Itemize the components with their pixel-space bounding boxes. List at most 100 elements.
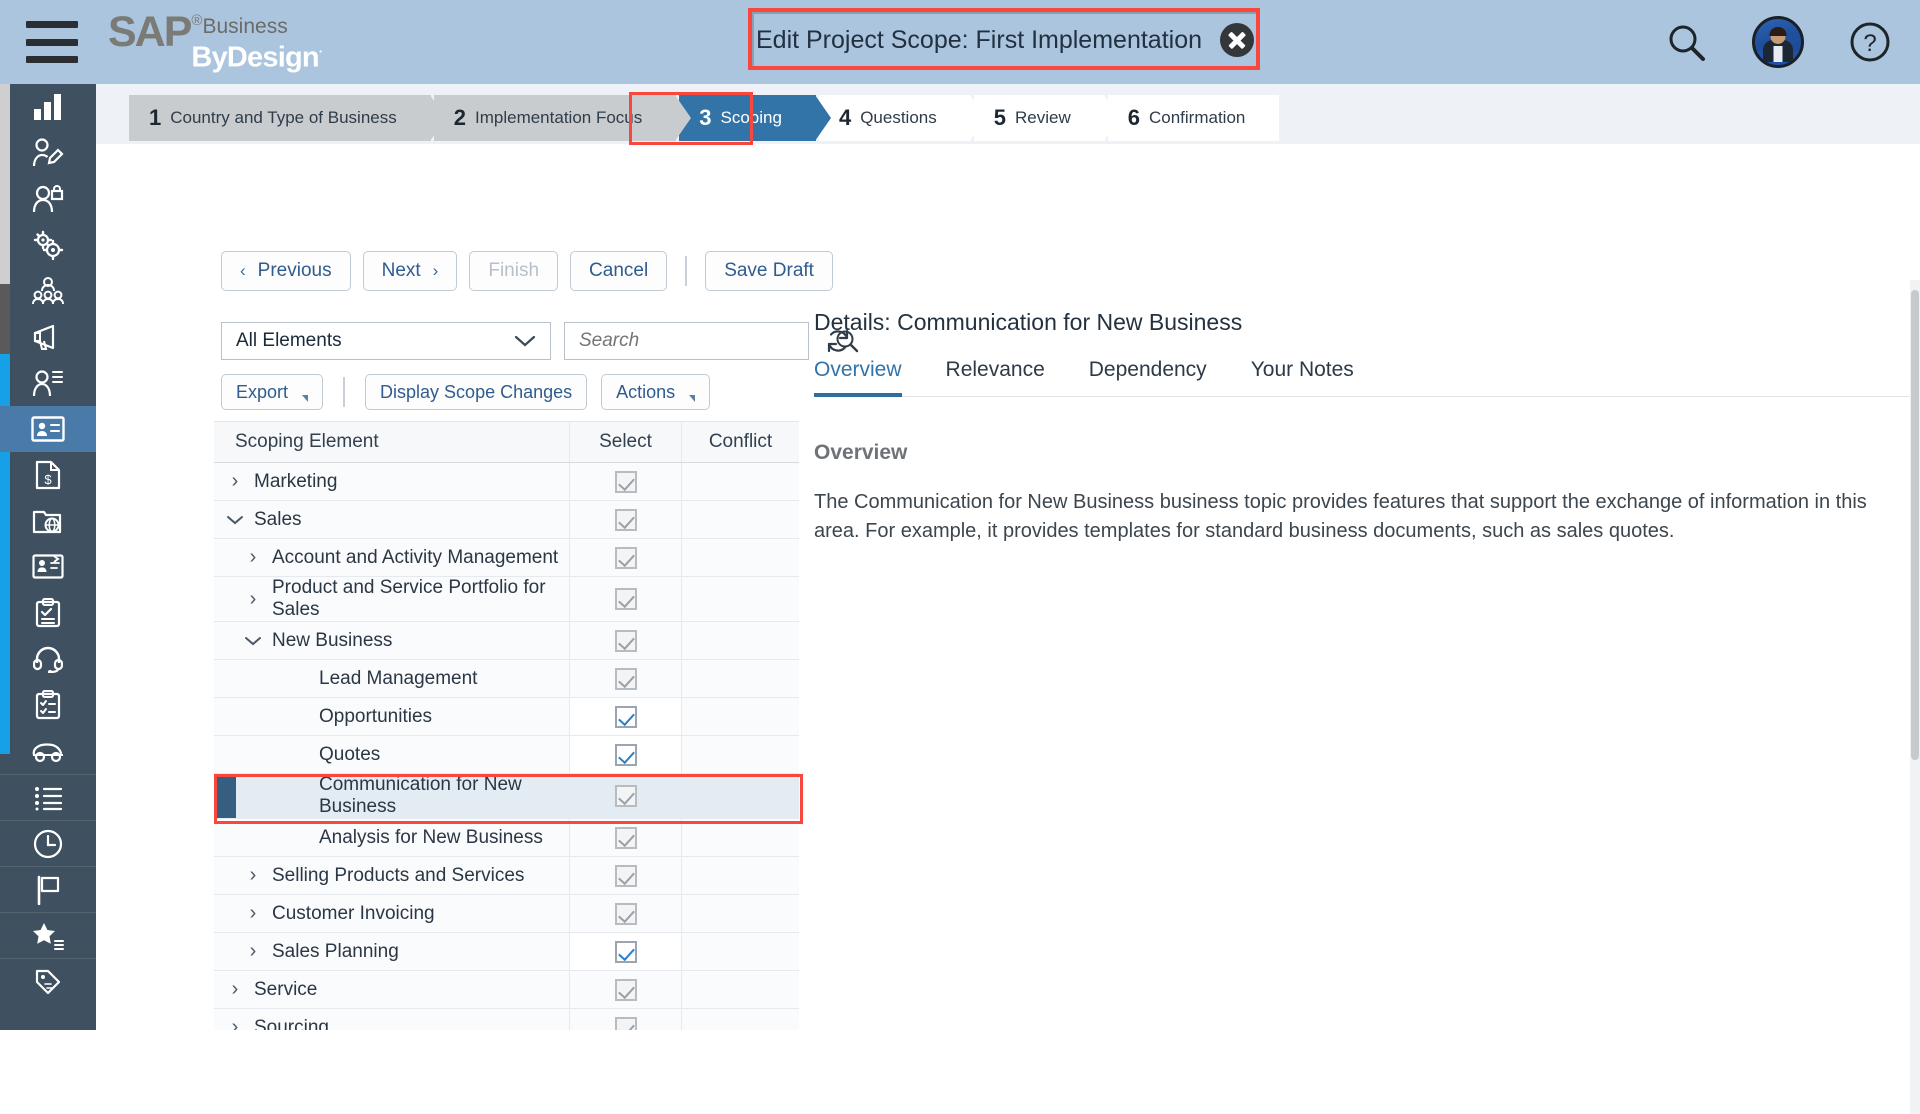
select-checkbox	[614, 508, 637, 531]
expand-chevron-right-icon[interactable]: ›	[240, 940, 266, 963]
collapse-chevron-down-icon[interactable]	[222, 514, 248, 526]
tab-relevance[interactable]: Relevance	[946, 358, 1045, 397]
table-row[interactable]: › Customer Invoicing	[214, 895, 799, 933]
scoping-element-cell: › Selling Products and Services	[214, 857, 569, 894]
sidebar-item-analytics[interactable]	[0, 84, 96, 130]
select-checkbox[interactable]	[614, 743, 637, 766]
sidebar-item-business-partners[interactable]	[0, 130, 96, 176]
search-icon[interactable]	[1664, 20, 1708, 64]
sidebar-item-flagged[interactable]	[0, 866, 96, 912]
table-row[interactable]: › Selling Products and Services	[214, 857, 799, 895]
sidebar-item-work-lists[interactable]	[0, 774, 96, 820]
expand-chevron-right-icon[interactable]: ›	[240, 546, 266, 569]
sidebar-item-account-management[interactable]	[0, 360, 96, 406]
sidebar-item-organizational-management[interactable]	[0, 268, 96, 314]
table-row[interactable]: › Account and Activity Management	[214, 539, 799, 577]
column-header[interactable]: Select	[569, 422, 681, 462]
user-avatar[interactable]	[1752, 16, 1804, 68]
display-scope-changes-button[interactable]: Display Scope Changes	[365, 374, 588, 410]
sidebar-item-recent[interactable]	[0, 820, 96, 866]
hamburger-icon[interactable]	[26, 21, 78, 63]
list-icon	[35, 786, 63, 810]
table-row[interactable]: › Sales Planning	[214, 933, 799, 971]
finish-button[interactable]: Finish	[469, 251, 559, 291]
sidebar-item-service-desk[interactable]	[0, 636, 96, 682]
wizard-step-1[interactable]: 1 Country and Type of Business	[129, 95, 446, 141]
column-header[interactable]: Scoping Element	[214, 422, 569, 462]
sidebar-item-field-service[interactable]	[0, 728, 96, 774]
vertical-scrollbar[interactable]	[1910, 280, 1920, 1114]
previous-button[interactable]: ‹ Previous	[221, 251, 351, 291]
search-input[interactable]	[579, 330, 826, 352]
bar-chart-icon	[34, 94, 61, 120]
wizard-toolbar: ‹ Previous Next › Finish Cancel Save Dra…	[221, 251, 833, 291]
export-button[interactable]: Export	[221, 374, 324, 410]
table-row[interactable]: › Sourcing	[214, 1009, 799, 1030]
element-filter-dropdown[interactable]: All Elements	[221, 322, 551, 360]
tab-dependency[interactable]: Dependency	[1089, 358, 1207, 397]
wizard-step-2[interactable]: 2 Implementation Focus	[433, 95, 691, 141]
column-header[interactable]: Conflict	[681, 422, 799, 462]
wizard-step-5[interactable]: 5 Review	[973, 95, 1120, 141]
table-row[interactable]: Lead Management	[214, 660, 799, 698]
select-cell	[569, 660, 681, 697]
sidebar-item-marketing[interactable]	[0, 314, 96, 360]
sidebar-item-customer-invoicing[interactable]: $	[0, 452, 96, 498]
expand-chevron-right-icon[interactable]: ›	[222, 978, 248, 1001]
wizard-step-6[interactable]: 6 Confirmation	[1107, 95, 1280, 141]
search-box[interactable]	[564, 322, 859, 360]
save-draft-button[interactable]: Save Draft	[705, 251, 833, 291]
sidebar-item-new-business[interactable]	[0, 406, 96, 452]
collapse-chevron-down-icon[interactable]	[240, 635, 266, 647]
sidebar-item-service-entitlements[interactable]	[0, 544, 96, 590]
sidebar-item-service-orders[interactable]	[0, 682, 96, 728]
table-row[interactable]: Quotes	[214, 736, 799, 774]
action-divider	[343, 377, 346, 407]
sidebar-item-favorites[interactable]	[0, 912, 96, 958]
scrollbar-thumb[interactable]	[1911, 290, 1919, 760]
table-row[interactable]: Sales	[214, 501, 799, 539]
table-row[interactable]: › Marketing	[214, 463, 799, 501]
expand-chevron-right-icon[interactable]: ›	[240, 902, 266, 925]
select-checkbox	[614, 470, 637, 493]
sidebar-item-business-configuration[interactable]	[0, 222, 96, 268]
export-label: Export	[236, 381, 289, 402]
help-icon[interactable]: ?	[1848, 20, 1892, 64]
actions-button[interactable]: Actions	[601, 374, 711, 410]
wizard-step-3[interactable]: 3 Scoping	[679, 95, 831, 141]
tab-overview[interactable]: Overview	[814, 358, 902, 397]
select-checkbox	[614, 629, 637, 652]
select-checkbox	[614, 588, 637, 610]
tab-your-notes[interactable]: Your Notes	[1251, 358, 1354, 397]
conflict-cell	[681, 501, 799, 538]
toolbar-divider	[685, 256, 688, 286]
table-row[interactable]: Analysis for New Business	[214, 819, 799, 857]
overview-heading: Overview	[814, 441, 908, 464]
table-row[interactable]: › Product and Service Portfolio for Sales	[214, 577, 799, 622]
expand-chevron-right-icon[interactable]: ›	[222, 1016, 248, 1030]
sidebar-item-tags[interactable]	[0, 958, 96, 1004]
megaphone-icon	[33, 324, 55, 350]
expand-chevron-right-icon[interactable]: ›	[222, 470, 248, 493]
expand-chevron-right-icon[interactable]: ›	[240, 588, 266, 611]
cancel-button[interactable]: Cancel	[570, 251, 668, 291]
wizard-step-4[interactable]: 4 Questions	[818, 95, 986, 141]
scoping-element-label: Sourcing	[254, 1016, 329, 1031]
next-button[interactable]: Next ›	[362, 251, 458, 291]
expand-chevron-right-icon[interactable]: ›	[240, 864, 266, 887]
table-row[interactable]: Communication for New Business	[214, 774, 799, 819]
sidebar-item-user-management[interactable]	[0, 176, 96, 222]
sidebar-item-sales-orders[interactable]	[0, 498, 96, 544]
clipboard-check-icon	[35, 598, 61, 628]
table-row[interactable]: New Business	[214, 622, 799, 660]
close-circle-icon[interactable]	[1220, 23, 1255, 57]
scoping-element-cell: Analysis for New Business	[214, 819, 569, 856]
wizard-step-label: Confirmation	[1148, 108, 1246, 127]
select-cell	[569, 933, 681, 970]
select-checkbox[interactable]	[614, 705, 637, 728]
table-row[interactable]: Opportunities	[214, 698, 799, 736]
table-row[interactable]: › Service	[214, 971, 799, 1009]
sidebar-item-service-control[interactable]	[0, 590, 96, 636]
select-checkbox[interactable]	[614, 940, 637, 963]
wizard-step-number: 6	[1127, 105, 1140, 130]
